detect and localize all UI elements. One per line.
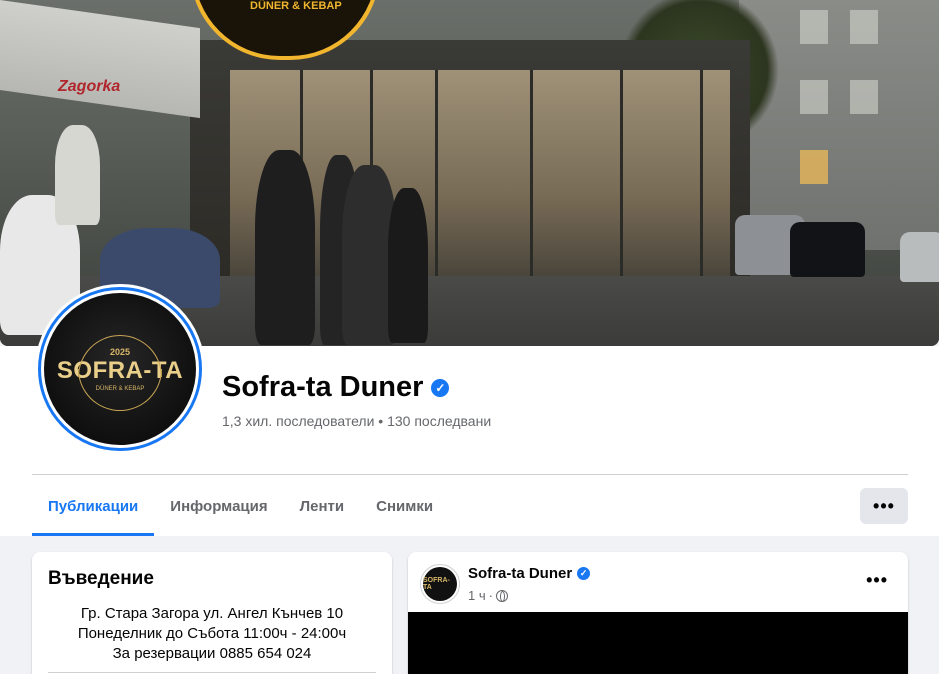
page-title: Sofra-ta Duner ✓ [222,371,450,404]
profile-tabs: Публикации Информация Ленти Снимки [32,476,449,536]
meta-separator: · [488,588,493,603]
post-options-button[interactable]: ••• [866,570,888,591]
cover-mullion [700,70,703,280]
logo-arc-bottom [78,369,162,411]
post-author-name[interactable]: Sofra-ta Duner [468,565,572,582]
post-timestamp[interactable]: 1 ч [468,588,486,603]
intro-address: Гр. Стара Загора ул. Ангел Кънчев 10 [80,605,344,622]
cover-window [850,80,878,114]
story-ring: 2025 SOFRA-TA DÜNER & KEBAP [38,287,202,451]
post-author: Sofra-ta Duner ✓ [468,565,591,582]
intro-title: Въведение [48,568,154,589]
cover-window [800,150,828,184]
more-options-button[interactable]: ••• [860,488,908,524]
cover-mullion [530,70,533,280]
cover-car [900,232,939,282]
post-author-avatar[interactable]: SOFRA-TA [420,564,460,604]
tab-photos[interactable]: Снимки [360,476,449,536]
verified-badge-icon[interactable]: ✓ [431,378,450,397]
profile-avatar[interactable]: 2025 SOFRA-TA DÜNER & KEBAP [35,284,205,454]
cover-mullion [435,70,438,280]
post-card: SOFRA-TA Sofra-ta Duner ✓ 1 ч · ••• [408,552,908,674]
cover-window [800,80,828,114]
tab-about[interactable]: Информация [154,476,283,536]
sofra-ta-logo: 2025 SOFRA-TA DÜNER & KEBAP [44,293,196,445]
cover-window [850,10,878,44]
globe-icon[interactable] [495,589,508,602]
cover-person [388,188,428,343]
post-media[interactable] [408,612,908,674]
intro-hours: Понеделник до Събота 11:00ч - 24:00ч [77,625,347,642]
tab-reels[interactable]: Ленти [284,476,361,536]
cover-person [255,150,315,345]
tab-posts[interactable]: Публикации [32,476,155,536]
follower-stats[interactable]: 1,3 хил. последователи • 130 последвани [222,413,491,429]
post-avatar-logo: SOFRA-TA [423,567,457,601]
intro-divider [48,672,376,673]
intro-card: Въведение Гр. Стара Загора ул. Ангел Кън… [32,552,392,674]
verified-badge-icon[interactable]: ✓ [577,567,591,580]
cover-sign-text: DÜNER & KEBAP [250,0,342,12]
cover-person [55,125,100,225]
cover-car [790,222,865,277]
intro-reservations: За резервации 0885 654 024 [112,645,312,662]
cover-awning-brand: Zagorka [58,78,121,95]
post-meta: 1 ч · [468,588,508,603]
header-divider [32,474,908,475]
cover-mullion [620,70,623,280]
cover-window [800,10,828,44]
page-name: Sofra-ta Duner [222,371,424,403]
